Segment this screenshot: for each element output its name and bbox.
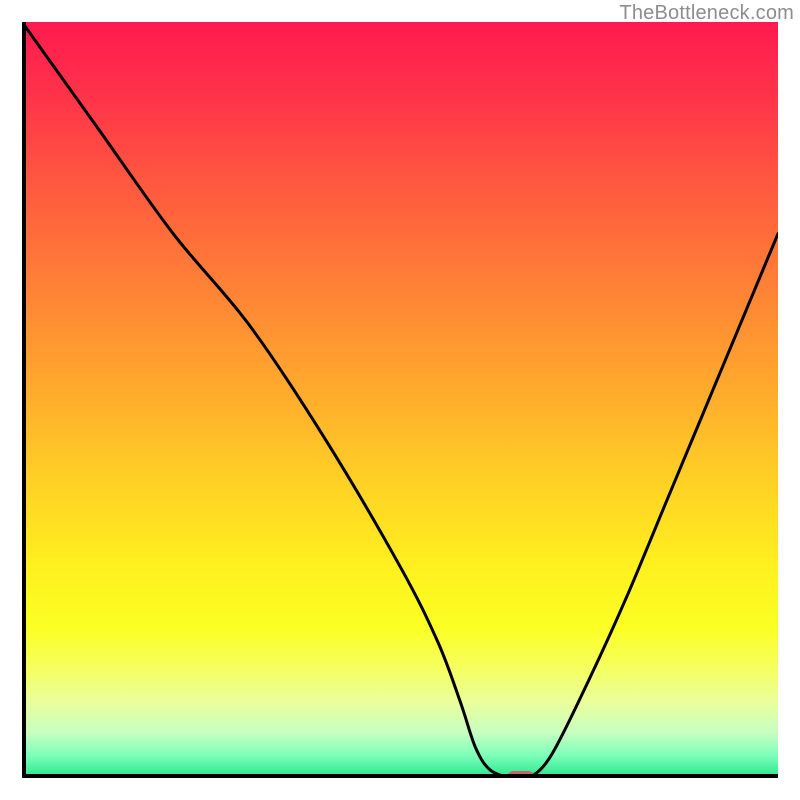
attribution-text: TheBottleneck.com: [619, 2, 794, 25]
optimal-point-marker: [507, 771, 535, 778]
background-gradient: [22, 22, 778, 778]
plot-area: [22, 22, 778, 778]
